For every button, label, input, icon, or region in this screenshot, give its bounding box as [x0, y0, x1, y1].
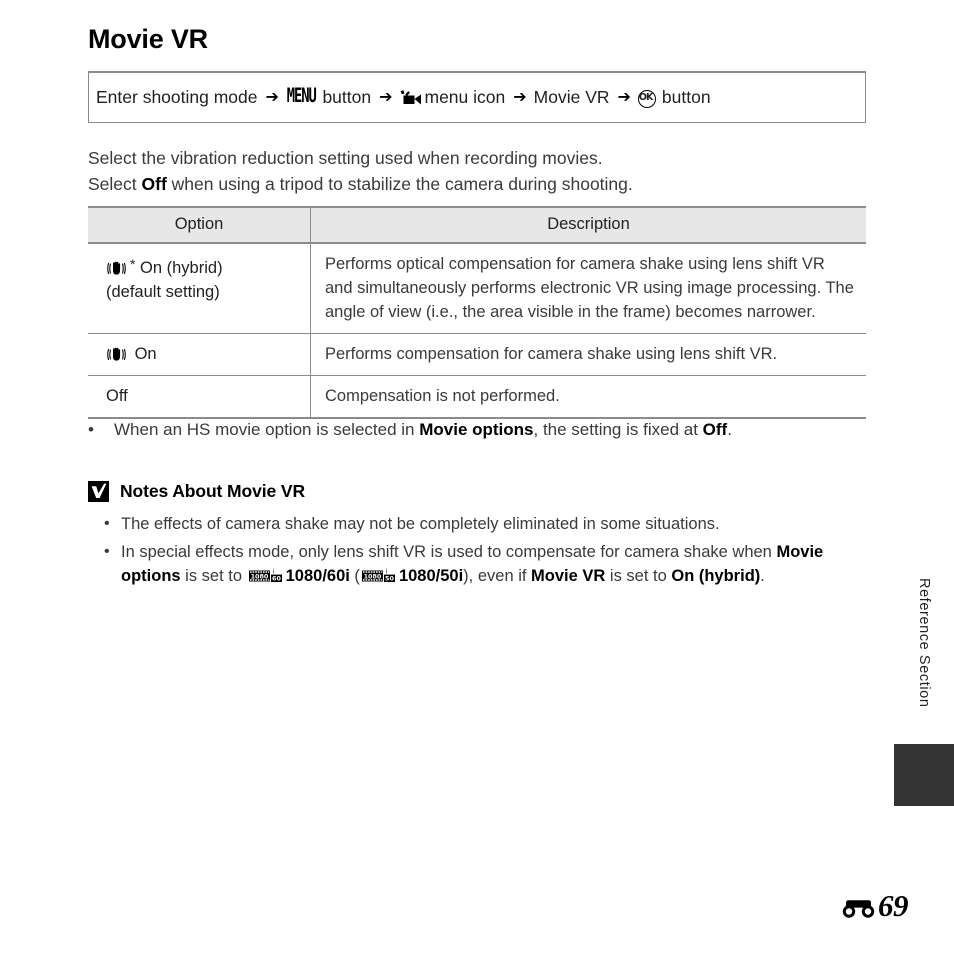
table-head: Option Description — [88, 206, 866, 244]
arrow-icon: ➔ — [617, 88, 631, 106]
hs-movie-bullet: • When an HS movie option is selected in… — [88, 417, 848, 442]
note2-bold-movie-vr: Movie VR — [531, 567, 606, 585]
note2-pre: In special effects mode, only lens shift… — [121, 543, 777, 561]
intro-line-2-pre: Select — [88, 174, 142, 194]
note2-bold-on-hybrid: On (hybrid) — [671, 567, 761, 585]
warning-check-icon — [88, 481, 109, 502]
svg-text:50: 50 — [385, 575, 394, 583]
bullet-marker: • — [104, 543, 110, 560]
note2-bold-1080-60i: 1080/60i — [285, 567, 350, 585]
section-tab-marker — [894, 744, 954, 806]
intro-line-2-bold: Off — [141, 174, 167, 194]
navigation-path: Enter shooting mode ➔ MENU button ➔ menu… — [89, 86, 711, 108]
nav-text-button-1: button — [322, 86, 372, 107]
table-row: On Performs compensation for camera shak… — [88, 333, 866, 376]
svg-text:1080: 1080 — [364, 572, 382, 580]
nav-text-movie-vr: Movie VR — [533, 86, 610, 107]
page-title: Movie VR — [88, 24, 208, 54]
note2-mid-1: is set to — [180, 567, 247, 585]
bullet-bold-movie-options: Movie options — [419, 420, 534, 439]
note2-bold-1080-50i: 1080/50i — [398, 567, 464, 585]
intro-line-2-post: when using a tripod to stabilize the cam… — [166, 174, 633, 194]
description-cell-off: Compensation is not performed. — [310, 375, 866, 419]
movie-vr-options-table: Option Description * On (hybrid) (defaul… — [88, 206, 866, 419]
note-text: In special effects mode, only lens shift… — [121, 540, 864, 588]
note2-mid-4: is set to — [605, 567, 672, 585]
nav-text-enter-shooting-mode: Enter shooting mode — [96, 86, 258, 107]
option-label-on-hybrid: On (hybrid) — [135, 259, 223, 277]
description-cell-on: Performs compensation for camera shake u… — [310, 333, 866, 376]
page-footer: 69 — [841, 888, 909, 924]
option-cell-on-hybrid: * On (hybrid) (default setting) — [88, 243, 311, 334]
option-cell-off: Off — [88, 375, 311, 419]
description-cell-on-hybrid: Performs optical compensation for camera… — [310, 243, 866, 334]
arrow-icon: ➔ — [379, 88, 393, 106]
1080-50i-icon: 1080 i 50 — [361, 568, 397, 584]
document-page: Movie VR Enter shooting mode ➔ MENU butt… — [0, 0, 954, 954]
side-running-head: Reference Section — [916, 578, 932, 708]
column-header-option: Option — [88, 206, 311, 244]
vr-hand-icon — [106, 261, 127, 276]
reference-section-icon — [841, 898, 876, 919]
intro-line-1: Select the vibration reduction setting u… — [88, 148, 603, 168]
bullet-post: . — [727, 420, 732, 439]
table-body: * On (hybrid) (default setting) Performs… — [88, 243, 866, 419]
note-text: The effects of camera shake may not be c… — [121, 515, 720, 533]
arrow-icon: ➔ — [513, 88, 527, 106]
bullet-bold-off: Off — [702, 420, 728, 439]
arrow-icon: ➔ — [265, 88, 279, 106]
column-header-description: Description — [310, 206, 866, 244]
hs-movie-bullet-text: When an HS movie option is selected in M… — [114, 417, 732, 442]
bullet-pre: When an HS movie option is selected in — [114, 420, 420, 439]
note-item: • In special effects mode, only lens shi… — [104, 540, 864, 588]
notes-heading: Notes About Movie VR — [88, 481, 305, 502]
notes-title: Notes About Movie VR — [120, 481, 305, 501]
bullet-marker: • — [88, 420, 94, 439]
svg-text:60: 60 — [272, 575, 281, 583]
option-label-on: On — [130, 345, 157, 363]
option-cell-on: On — [88, 333, 311, 376]
note2-mid-3: ), even if — [463, 567, 532, 585]
table-row: * On (hybrid) (default setting) Performs… — [88, 243, 866, 334]
bullet-marker: • — [104, 515, 110, 532]
ok-button-icon: OK — [637, 89, 656, 108]
page-number: 69 — [878, 888, 909, 923]
svg-text:1080: 1080 — [250, 572, 268, 580]
intro-paragraph: Select the vibration reduction setting u… — [88, 145, 868, 197]
option-sublabel-default: (default setting) — [106, 283, 220, 301]
table-row: Off Compensation is not performed. — [88, 375, 866, 419]
note2-mid-2: ( — [349, 567, 360, 585]
nav-text-button-2: button — [661, 86, 711, 107]
vr-hand-icon — [106, 347, 127, 362]
menu-button-icon: MENU — [286, 86, 317, 108]
note-item: • The effects of camera shake may not be… — [104, 512, 844, 536]
intro-line-2: Select Off when using a tripod to stabil… — [88, 171, 868, 197]
table-header-row: Option Description — [88, 206, 866, 244]
movie-menu-icon — [400, 90, 422, 107]
note2-post: . — [760, 567, 765, 585]
1080-60i-icon: 1080 i 60 — [248, 568, 284, 584]
navigation-path-box: Enter shooting mode ➔ MENU button ➔ menu… — [88, 71, 866, 123]
bullet-mid: , the setting is fixed at — [533, 420, 703, 439]
nav-text-menu-icon: menu icon — [424, 86, 506, 107]
